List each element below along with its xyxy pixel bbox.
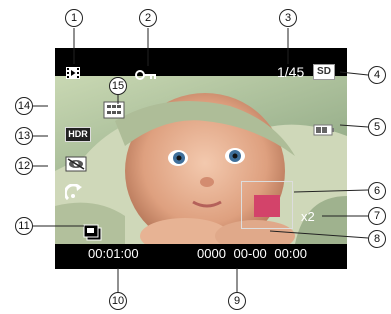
- callout-8: 8: [368, 230, 386, 248]
- callout-4: 4: [368, 66, 386, 84]
- callout-3: 3: [279, 9, 297, 27]
- callout-14: 14: [15, 97, 33, 115]
- callout-1: 1: [65, 9, 83, 27]
- callout-2: 2: [139, 9, 157, 27]
- callout-7: 7: [368, 207, 386, 225]
- callout-13: 13: [15, 127, 33, 145]
- callout-6: 6: [368, 182, 386, 200]
- callout-9: 9: [228, 292, 246, 310]
- callout-15: 15: [109, 77, 127, 95]
- callout-leaders: [33, 28, 369, 292]
- callout-5: 5: [368, 118, 386, 136]
- callout-12: 12: [15, 157, 33, 175]
- callout-10: 10: [109, 292, 127, 310]
- callout-11: 11: [15, 217, 33, 235]
